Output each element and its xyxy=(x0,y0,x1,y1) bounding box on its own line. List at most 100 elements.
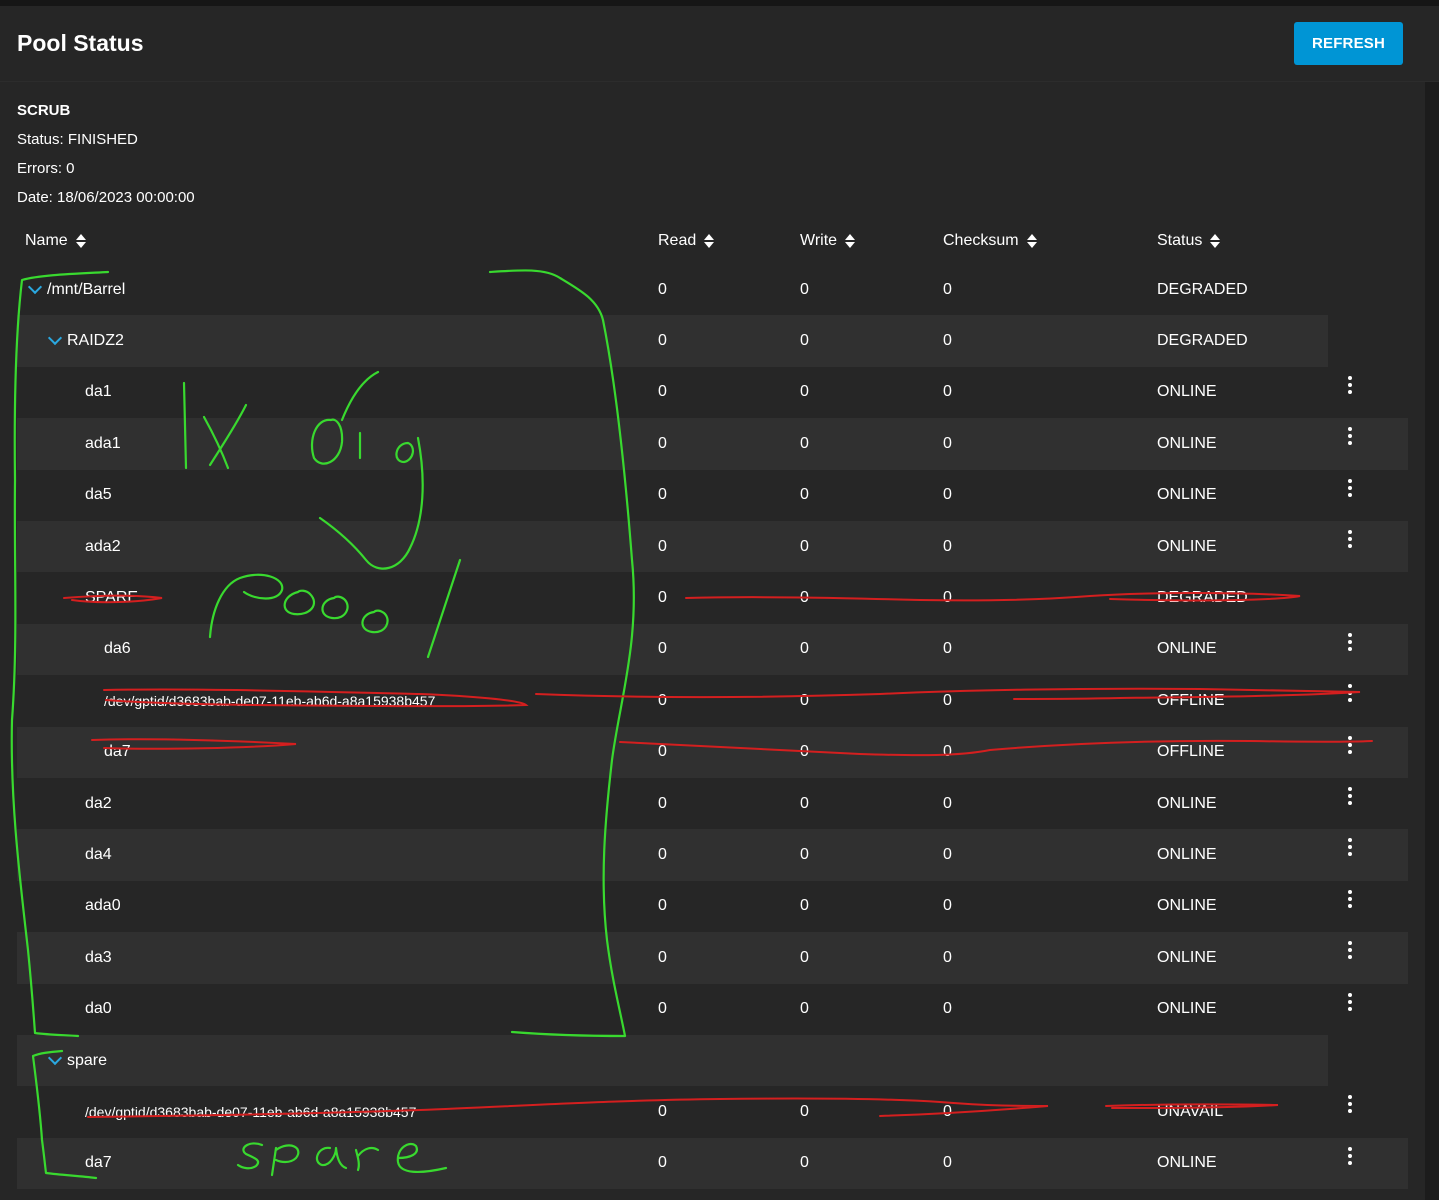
table-row[interactable]: ada1 0 0 0 ONLINE xyxy=(17,418,1408,470)
sort-icon xyxy=(704,233,715,249)
more-vert-icon[interactable] xyxy=(1348,1146,1352,1165)
more-vert-icon[interactable] xyxy=(1348,530,1352,548)
column-header-checksum[interactable]: Checksum xyxy=(943,232,1037,250)
chevron-down-icon[interactable] xyxy=(47,331,63,346)
column-header-status[interactable]: Status xyxy=(1157,232,1221,250)
table-row[interactable]: da4 0 0 0 ONLINE xyxy=(17,829,1408,881)
checksum-cell: 0 xyxy=(943,434,952,452)
more-vert-icon[interactable] xyxy=(1348,1095,1352,1114)
write-cell: 0 xyxy=(800,383,809,401)
more-vert-icon[interactable] xyxy=(1348,838,1352,857)
checksum-cell: 0 xyxy=(943,743,952,761)
table-row[interactable]: RAIDZ2 0 0 0 DEGRADED xyxy=(17,315,1328,367)
read-cell: 0 xyxy=(658,280,667,298)
name-cell: spare xyxy=(47,1035,108,1086)
sort-icon xyxy=(1026,233,1037,249)
table-row[interactable]: da6 0 0 0 ONLINE xyxy=(17,623,1408,676)
status-cell: ONLINE xyxy=(1157,1154,1217,1172)
table-row[interactable]: spare xyxy=(17,1035,1328,1087)
more-vert-icon[interactable] xyxy=(1348,992,1352,1011)
row-name: ada2 xyxy=(85,537,121,555)
chevron-down-icon[interactable] xyxy=(47,1050,63,1065)
more-vert-icon[interactable] xyxy=(1348,684,1352,703)
scrub-status: Status: FINISHED xyxy=(17,131,138,148)
table-row[interactable]: /mnt/Barrel 0 0 0 DEGRADED xyxy=(17,264,1328,315)
table-row[interactable]: ada0 0 0 0 ONLINE xyxy=(17,881,1408,932)
write-cell: 0 xyxy=(800,846,809,864)
card-header: Pool Status REFRESH xyxy=(0,6,1439,82)
row-name: /mnt/Barrel xyxy=(47,280,126,298)
table-row[interactable]: da1 0 0 0 ONLINE xyxy=(17,367,1408,418)
table-row[interactable]: da5 0 0 0 ONLINE xyxy=(17,470,1408,521)
table-row[interactable]: da3 0 0 0 ONLINE xyxy=(17,932,1408,984)
write-cell: 0 xyxy=(800,897,809,915)
read-cell: 0 xyxy=(658,691,667,709)
table-row[interactable]: da7 0 0 0 OFFLINE xyxy=(17,726,1408,778)
scrub-date: Date: 18/06/2023 00:00:00 xyxy=(17,189,195,206)
status-cell: ONLINE xyxy=(1157,486,1217,504)
table-row[interactable]: ada2 0 0 0 ONLINE xyxy=(17,521,1408,573)
write-cell: 0 xyxy=(800,1103,809,1121)
table-row[interactable]: /dev/gptid/d3683bab-de07-11eb-ab6d-a8a15… xyxy=(17,1086,1408,1137)
scrub-info: SCRUB Status: FINISHED Errors: 0 Date: 1… xyxy=(17,96,195,212)
more-vert-icon[interactable] xyxy=(1348,787,1352,805)
status-cell: DEGRADED xyxy=(1157,589,1248,607)
chevron-down-icon[interactable] xyxy=(27,279,43,294)
write-cell: 0 xyxy=(800,691,809,709)
table-row[interactable]: da7 0 0 0 ONLINE xyxy=(17,1137,1408,1190)
more-vert-icon[interactable] xyxy=(1348,478,1352,497)
row-name: da0 xyxy=(85,1000,112,1018)
more-vert-icon[interactable] xyxy=(1348,375,1352,394)
row-name: ada0 xyxy=(85,897,121,915)
status-cell: ONLINE xyxy=(1157,640,1217,658)
sort-icon xyxy=(845,233,856,249)
checksum-cell: 0 xyxy=(943,691,952,709)
table-row[interactable]: da0 0 0 0 ONLINE xyxy=(17,984,1408,1035)
status-cell: OFFLINE xyxy=(1157,691,1225,709)
column-header-write[interactable]: Write xyxy=(800,232,856,250)
checksum-cell: 0 xyxy=(943,1000,952,1018)
status-cell: ONLINE xyxy=(1157,537,1217,555)
column-header-write-label: Write xyxy=(800,232,838,249)
checksum-cell: 0 xyxy=(943,332,952,350)
row-name: da2 xyxy=(85,794,112,812)
more-vert-icon[interactable] xyxy=(1348,427,1352,446)
table-row[interactable]: da2 0 0 0 ONLINE xyxy=(17,778,1408,829)
row-name: da7 xyxy=(104,743,131,761)
write-cell: 0 xyxy=(800,640,809,658)
row-name: da1 xyxy=(85,383,112,401)
checksum-cell: 0 xyxy=(943,537,952,555)
write-cell: 0 xyxy=(800,589,809,607)
more-vert-icon[interactable] xyxy=(1348,889,1352,908)
row-name: da6 xyxy=(104,640,131,658)
read-cell: 0 xyxy=(658,846,667,864)
more-vert-icon[interactable] xyxy=(1348,735,1352,754)
column-header-read[interactable]: Read xyxy=(658,232,715,250)
column-header-status-label: Status xyxy=(1157,232,1203,249)
sort-icon xyxy=(1210,233,1221,249)
scrub-title: SCRUB xyxy=(17,102,71,119)
column-header-name-label: Name xyxy=(25,232,68,249)
checksum-cell: 0 xyxy=(943,486,952,504)
row-name: spare xyxy=(67,1051,108,1069)
read-cell: 0 xyxy=(658,1000,667,1018)
checksum-cell: 0 xyxy=(943,897,952,915)
row-name: ada1 xyxy=(85,434,121,452)
refresh-button[interactable]: REFRESH xyxy=(1294,22,1403,65)
table-row[interactable]: SPARE 0 0 0 DEGRADED xyxy=(17,572,1328,623)
status-cell: ONLINE xyxy=(1157,846,1217,864)
read-cell: 0 xyxy=(658,383,667,401)
write-cell: 0 xyxy=(800,794,809,812)
name-cell: RAIDZ2 xyxy=(47,315,124,366)
sort-icon xyxy=(75,233,86,249)
checksum-cell: 0 xyxy=(943,846,952,864)
table-row[interactable]: /dev/gptid/d3683bab-de07-11eb-ab6d-a8a15… xyxy=(17,675,1408,726)
column-header-name[interactable]: Name xyxy=(25,232,86,250)
read-cell: 0 xyxy=(658,743,667,761)
checksum-cell: 0 xyxy=(943,383,952,401)
checksum-cell: 0 xyxy=(943,794,952,812)
more-vert-icon[interactable] xyxy=(1348,941,1352,960)
more-vert-icon[interactable] xyxy=(1348,632,1352,651)
checksum-cell: 0 xyxy=(943,948,952,966)
write-cell: 0 xyxy=(800,1154,809,1172)
